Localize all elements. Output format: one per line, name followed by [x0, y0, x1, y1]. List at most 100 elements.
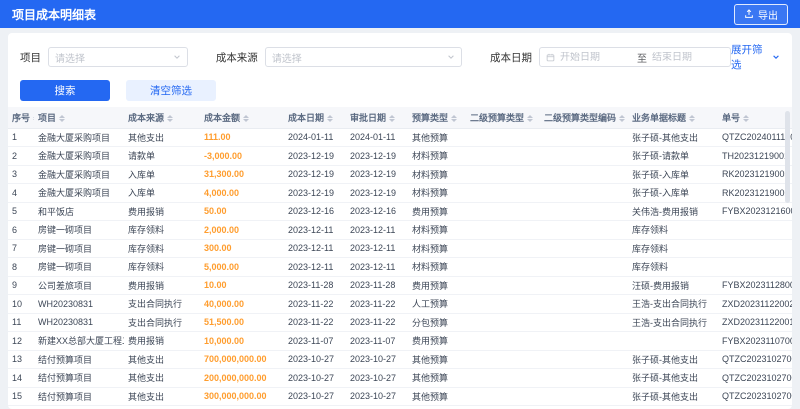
- table-cell: 关伟浩-费用报销: [628, 202, 718, 221]
- table-cell: 库存领料: [124, 220, 200, 240]
- source-filter-label: 成本来源: [215, 51, 258, 64]
- table-cell: [466, 368, 540, 388]
- table-cell: 结付预算项目: [34, 405, 124, 409]
- sort-icon[interactable]: [327, 114, 334, 123]
- table-cell: 2023-12-11: [284, 220, 346, 240]
- table-cell: 14: [8, 368, 34, 388]
- table-cell: 51,500.00: [200, 313, 284, 332]
- sort-icon[interactable]: [243, 114, 250, 123]
- vertical-scrollbar-thumb[interactable]: [785, 111, 790, 203]
- table-row: 14 结付预算项目 其他支出 200,000,000.00 2023-10-27 2023…: [8, 368, 792, 388]
- table-cell: 人工预算: [408, 294, 466, 314]
- column-header-4[interactable]: 成本日期: [284, 107, 346, 129]
- sort-icon[interactable]: [167, 114, 174, 123]
- table-cell: 10,000.00: [200, 331, 284, 351]
- table-cell: 2023-12-11: [284, 257, 346, 277]
- export-button[interactable]: 导出: [734, 3, 788, 25]
- table-row: 12新建XX总部大厦工程二期费用报销10,000.002023-11-07202…: [8, 331, 792, 351]
- table-cell: [540, 350, 628, 369]
- table-cell: 2023-12-19: [346, 146, 408, 166]
- clear-filter-button[interactable]: 清空筛选: [126, 80, 216, 101]
- table-cell: QTZC20240111001: [718, 128, 792, 147]
- table-cell: [466, 183, 540, 203]
- sort-icon[interactable]: [527, 114, 534, 123]
- table-cell: 结付预算项目: [34, 387, 124, 406]
- sort-icon[interactable]: [59, 114, 66, 123]
- table-cell: 2023-10-27: [284, 405, 346, 409]
- sort-icon[interactable]: [619, 114, 626, 123]
- table-row: 7 房键一砌项目 库存领料 300.00 2023-12-11 2023-12-11 材料预…: [8, 239, 792, 258]
- sort-icon[interactable]: [451, 114, 458, 123]
- table-cell: [540, 276, 628, 295]
- table-cell: [466, 350, 540, 369]
- table-cell: 分包预算: [408, 313, 466, 332]
- table-cell: 请款单: [124, 146, 200, 166]
- table-cell: 200,000,000.00: [200, 368, 284, 388]
- project-select[interactable]: 请选择: [48, 47, 188, 67]
- table-cell: [466, 387, 540, 406]
- table-cell: FYBX20231128001: [718, 276, 792, 295]
- table-cell: 材料预算: [408, 239, 466, 258]
- table-cell: 其他预算: [408, 368, 466, 388]
- table-cell: [540, 146, 628, 166]
- table-cell: [466, 146, 540, 166]
- table-cell: 2023-12-19: [346, 165, 408, 184]
- column-header-label: 预算类型: [412, 112, 449, 123]
- table-row: 13 结付预算项目 其他支出 700,000,000.00 2023-10-27 2023…: [8, 350, 792, 369]
- column-header-5[interactable]: 审批日期: [346, 107, 408, 129]
- table-cell: [540, 202, 628, 221]
- column-header-10[interactable]: 单号: [718, 107, 792, 129]
- source-select[interactable]: 请选择: [264, 47, 462, 67]
- table-cell: 2023-12-19: [284, 165, 346, 184]
- table-cell: 111.00: [200, 128, 284, 147]
- date-end-input[interactable]: [651, 51, 724, 63]
- column-header-7[interactable]: 二级预算类型: [466, 107, 540, 129]
- table-cell: 支出合同执行: [124, 313, 200, 332]
- column-header-2[interactable]: 成本来源: [124, 107, 200, 129]
- column-header-0[interactable]: 序号: [8, 107, 34, 129]
- table-cell: TH20231219001: [718, 146, 792, 166]
- table-cell: 4,000.00: [200, 183, 284, 203]
- table-cell: 入库单: [124, 165, 200, 184]
- search-button[interactable]: 搜索: [20, 80, 110, 101]
- table-cell: ZXD20231122002: [718, 294, 792, 314]
- column-header-9[interactable]: 业务单据标题: [628, 107, 718, 129]
- table-cell: 张子硕-其他支出: [628, 368, 718, 388]
- table-cell: [540, 387, 628, 406]
- table-cell: 2023-12-16: [284, 202, 346, 221]
- column-header-6[interactable]: 预算类型: [408, 107, 466, 129]
- table-cell: 其他支出: [124, 405, 200, 409]
- column-header-3[interactable]: 成本金额: [200, 107, 284, 129]
- table-cell: 2023-11-07: [284, 331, 346, 351]
- table-cell: 库存领料: [628, 239, 718, 258]
- table-cell: 房键一砌项目: [34, 220, 124, 240]
- table-cell: 材料预算: [408, 165, 466, 184]
- table-cell: 15: [8, 387, 34, 406]
- date-start-input[interactable]: [559, 51, 632, 63]
- table-cell: 2: [8, 146, 34, 166]
- column-header-1[interactable]: 项目: [34, 107, 124, 129]
- table-cell: FYBX20231216001: [718, 202, 792, 221]
- sort-icon[interactable]: [743, 114, 750, 123]
- table-cell: 费用报销: [124, 276, 200, 295]
- table-cell: 2023-10-27: [346, 405, 408, 409]
- filter-bar: 项目 请选择 成本来源 请选择 成本日期 至 展开筛选: [8, 33, 792, 72]
- column-header-8[interactable]: 二级预算类型编码: [540, 107, 628, 129]
- expand-filter-link[interactable]: 展开筛选: [731, 42, 780, 72]
- table-cell: 9: [8, 276, 34, 295]
- table-cell: [540, 405, 628, 409]
- table-cell: WH20230831: [34, 294, 124, 314]
- sort-icon[interactable]: [33, 114, 34, 123]
- table-cell: [540, 220, 628, 240]
- sort-icon[interactable]: [389, 114, 396, 123]
- table-row: 9 公司差旅项目 费用报销 10.00 2023-11-28 2023-11-28 费用预算…: [8, 276, 792, 295]
- table-cell: 400,000,000.00: [200, 405, 284, 409]
- table-row: 1 金融大厦采购项目 其他支出 111.00 2024-01-11 2024-01-11 其…: [8, 128, 792, 147]
- sort-icon[interactable]: [689, 114, 696, 123]
- table-cell: [718, 239, 792, 258]
- column-header-label: 业务单据标题: [632, 112, 687, 123]
- table-cell: 40,000.00: [200, 294, 284, 314]
- table-cell: [540, 239, 628, 258]
- table-cell: 公司差旅项目: [34, 276, 124, 295]
- table-cell: [466, 239, 540, 258]
